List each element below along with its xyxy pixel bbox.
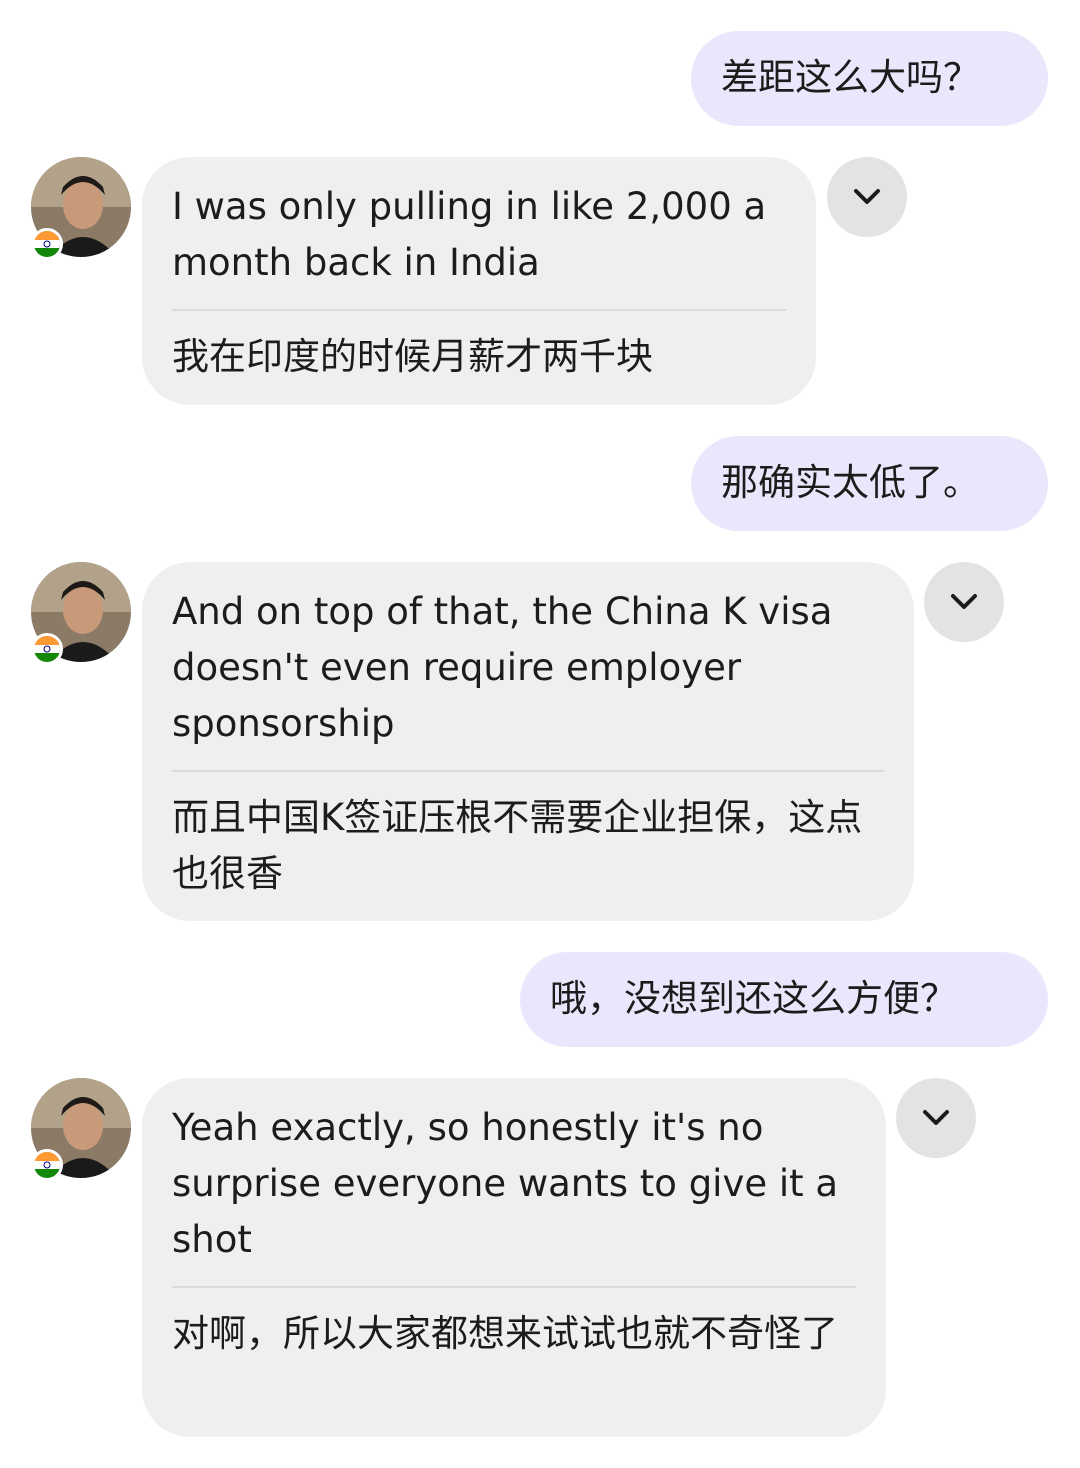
received-message[interactable]: And on top of that, the China K visa doe… xyxy=(142,562,914,921)
translation-divider xyxy=(172,770,884,772)
original-text: I was only pulling in like 2,000 a month… xyxy=(172,185,767,284)
message-text: 哦，没想到还这么方便？ xyxy=(550,977,957,1020)
message-menu-button[interactable] xyxy=(896,1078,976,1158)
chevron-down-icon xyxy=(923,1110,949,1125)
translated-text: 对啊，所以大家都想来试试也就不奇怪了 xyxy=(172,1312,838,1355)
received-message[interactable]: I was only pulling in like 2,000 a month… xyxy=(142,157,816,405)
sent-message[interactable]: 哦，没想到还这么方便？ xyxy=(520,952,1048,1047)
chevron-down-icon xyxy=(854,189,880,204)
sent-message[interactable]: 那确实太低了。 xyxy=(691,436,1048,531)
india-flag-icon xyxy=(31,633,63,665)
chevron-down-icon xyxy=(951,594,977,609)
message-menu-button[interactable] xyxy=(924,562,1004,642)
translation-divider xyxy=(172,1286,856,1288)
sent-message[interactable]: 差距这么大吗？ xyxy=(691,31,1048,126)
translation-divider xyxy=(172,309,786,311)
original-text: Yeah exactly, so honestly it's no surpri… xyxy=(172,1106,839,1261)
india-flag-icon xyxy=(31,1149,63,1181)
message-text: 差距这么大吗？ xyxy=(721,56,980,99)
translated-text: 我在印度的时候月薪才两千块 xyxy=(172,335,653,378)
message-text: 那确实太低了。 xyxy=(721,461,980,504)
received-message[interactable]: Yeah exactly, so honestly it's no surpri… xyxy=(142,1078,886,1437)
translated-text: 而且中国K签证压根不需要企业担保，这点也很香 xyxy=(172,796,863,895)
message-menu-button[interactable] xyxy=(827,157,907,237)
india-flag-icon xyxy=(31,228,63,260)
original-text: And on top of that, the China K visa doe… xyxy=(172,590,833,745)
